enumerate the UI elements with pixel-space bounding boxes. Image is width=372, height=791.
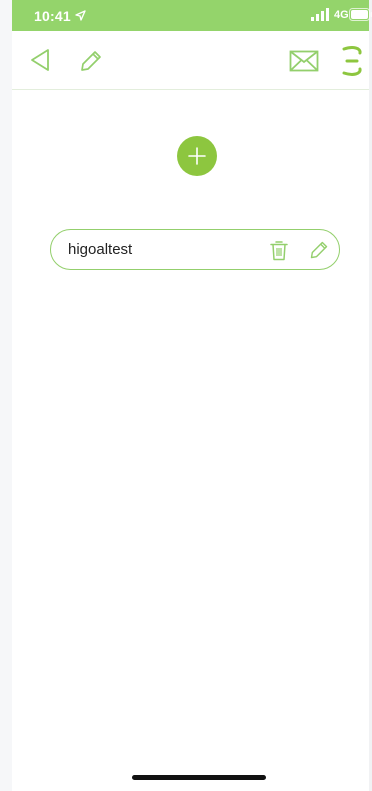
location-arrow-icon: [75, 8, 86, 26]
home-indicator: [132, 775, 266, 780]
delete-button[interactable]: [268, 238, 290, 262]
menu-icon: [342, 46, 362, 76]
plus-icon: [188, 147, 206, 165]
battery-icon: [349, 8, 372, 26]
back-triangle-icon: [31, 49, 49, 71]
status-bar: 10:41 4G: [12, 0, 372, 31]
mail-icon: [289, 50, 319, 72]
nav-bar: [12, 31, 369, 90]
mail-button[interactable]: [289, 48, 319, 74]
edit-button[interactable]: [78, 48, 104, 74]
network-type: 4G: [334, 9, 349, 21]
pencil-icon: [81, 51, 101, 71]
add-button[interactable]: [177, 136, 217, 176]
list-item[interactable]: higoaltest: [50, 229, 340, 270]
left-edge: [0, 0, 12, 791]
app-screen: 10:41 4G higoaltest: [0, 0, 372, 791]
menu-button[interactable]: [339, 44, 365, 78]
trash-icon: [270, 240, 288, 260]
status-time: 10:41: [34, 8, 71, 24]
pencil-icon: [310, 241, 328, 259]
signal-icon: [311, 8, 329, 26]
item-name: higoaltest: [68, 241, 133, 258]
edit-item-button[interactable]: [308, 238, 330, 262]
back-button[interactable]: [28, 47, 52, 73]
